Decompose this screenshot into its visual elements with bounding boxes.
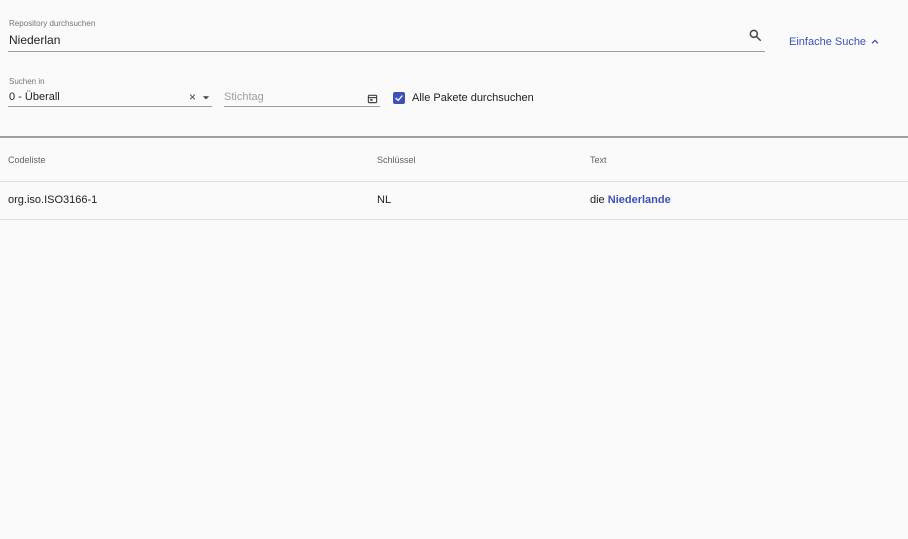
simple-search-label: Einfache Suche [789,36,867,48]
cell-schluessel: NL [377,194,392,206]
table-row[interactable]: org.iso.ISO3166-1 NL die Niederlande [0,182,908,219]
chevron-down-icon [202,96,210,100]
chevron-up-icon [871,39,879,44]
scope-select[interactable]: 0 - Überall [9,91,60,103]
clear-icon[interactable]: × [189,90,196,104]
checkmark-icon [395,95,403,102]
cell-text-prefix: die [590,194,608,206]
search-icon [749,29,761,41]
scope-underline [8,106,212,107]
scope-label: Suchen in [9,77,45,86]
search-button[interactable] [748,28,762,47]
search-label: Repository durchsuchen [9,19,96,28]
cell-codeliste: org.iso.ISO3166-1 [8,194,98,206]
cell-text: die Niederlande [590,194,671,206]
all-packages-checkbox[interactable] [393,92,405,104]
column-header-text[interactable]: Text [590,155,607,165]
search-underline [8,51,765,52]
row-divider [0,219,908,220]
column-header-codeliste[interactable]: Codeliste [8,155,46,165]
cell-text-highlight: Niederlande [607,194,671,206]
all-packages-label: Alle Pakete durchsuchen [412,92,534,104]
simple-search-toggle[interactable]: Einfache Suche [789,36,880,48]
date-input[interactable]: Stichtag [224,91,264,103]
calendar-icon [367,94,378,104]
date-underline [224,106,380,107]
section-divider [0,136,908,138]
column-header-schluessel[interactable]: Schlüssel [377,155,416,165]
search-input[interactable]: Niederlan [9,33,60,47]
